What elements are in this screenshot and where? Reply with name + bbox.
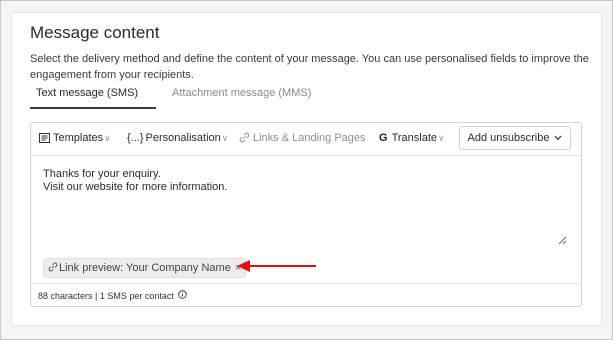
- tab-mms[interactable]: Attachment message (MMS): [172, 87, 311, 99]
- character-count-text: 88 characters | 1 SMS per contact: [38, 290, 174, 301]
- link-icon: [239, 132, 250, 146]
- section-description: Select the delivery method and define th…: [30, 53, 589, 81]
- templates-dropdown[interactable]: Templates∨: [39, 132, 111, 146]
- google-icon: G: [379, 132, 388, 144]
- link-preview-chip[interactable]: Link preview: Your Company Name ×: [43, 258, 247, 278]
- personalisation-label: Personalisation: [145, 132, 221, 144]
- character-counter: 88 characters | 1 SMS per contact: [38, 290, 187, 301]
- chevron-down-icon: ∨: [438, 133, 445, 143]
- translate-dropdown[interactable]: G Translate∨: [379, 132, 445, 144]
- personalisation-dropdown[interactable]: {...} Personalisation∨: [127, 132, 228, 144]
- message-editor: Templates∨ {...} Personalisation∨ Links &…: [30, 122, 582, 307]
- red-arrow-annotation: [237, 260, 316, 272]
- message-content-card: Message content Select the delivery meth…: [11, 12, 602, 326]
- translate-label: Translate: [391, 132, 438, 144]
- template-icon: [39, 133, 50, 146]
- link-preview-label: Link preview: Your Company Name: [59, 262, 231, 274]
- message-line: Thanks for your enquiry.: [43, 168, 161, 180]
- resize-handle-icon[interactable]: [558, 236, 567, 249]
- add-unsubscribe-button[interactable]: Add unsubscribe: [459, 126, 571, 150]
- message-textarea[interactable]: Thanks for your enquiry. Visit our websi…: [31, 156, 581, 254]
- braces-icon: {...}: [127, 132, 144, 144]
- message-type-tabs: Text message (SMS) Attachment message (M…: [30, 87, 590, 111]
- editor-toolbar: Templates∨ {...} Personalisation∨ Links &…: [31, 123, 581, 156]
- add-unsubscribe-label: Add unsubscribe: [467, 132, 550, 144]
- chevron-down-icon: ∨: [221, 133, 229, 143]
- links-landing-pages-button[interactable]: Links & Landing Pages: [239, 132, 366, 146]
- templates-label: Templates: [53, 132, 104, 144]
- chevron-down-icon: [554, 132, 562, 144]
- section-title: Message content: [30, 23, 160, 42]
- chevron-down-icon: ∨: [104, 133, 111, 143]
- divider: [31, 283, 581, 284]
- message-line: Visit our website for more information.: [43, 181, 228, 193]
- active-tab-indicator: [30, 107, 156, 109]
- links-label: Links & Landing Pages: [253, 132, 366, 144]
- link-icon: [48, 262, 58, 275]
- info-icon[interactable]: [178, 290, 187, 301]
- tab-sms[interactable]: Text message (SMS): [36, 87, 138, 99]
